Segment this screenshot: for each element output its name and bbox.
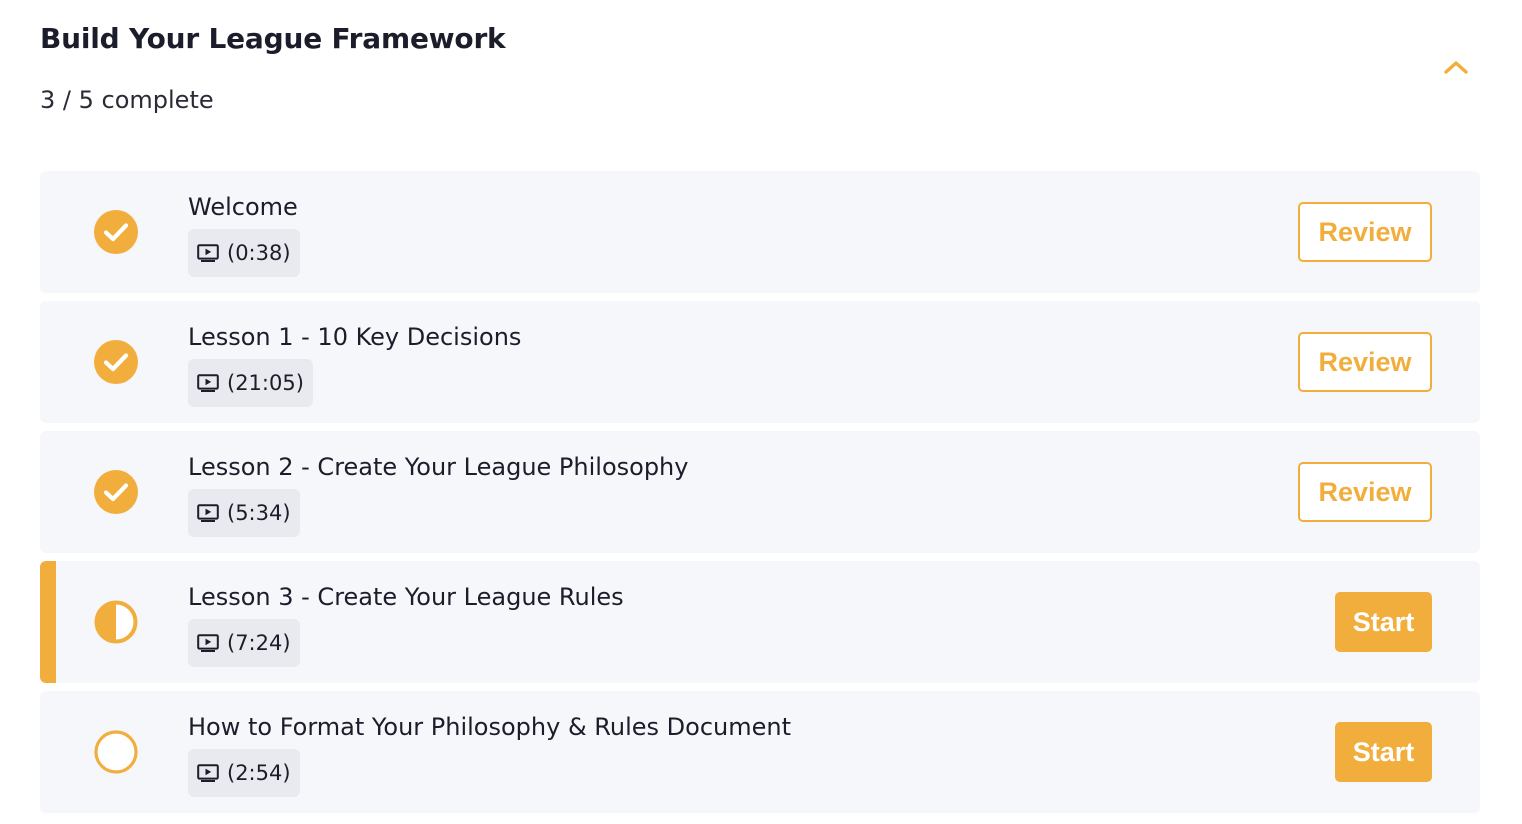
lesson-title: How to Format Your Philosophy & Rules Do… — [188, 713, 791, 741]
video-icon — [197, 504, 219, 522]
duration-text: (7:24) — [227, 631, 291, 655]
start-button[interactable]: Start — [1335, 722, 1432, 782]
chevron-up-icon — [1444, 61, 1468, 74]
review-button[interactable]: Review — [1298, 332, 1432, 392]
lesson-row-current[interactable]: Lesson 3 - Create Your League Rules (7:2… — [40, 561, 1480, 683]
start-button[interactable]: Start — [1335, 592, 1432, 652]
collapse-toggle-button[interactable] — [1438, 52, 1474, 82]
check-circle-icon — [94, 210, 138, 254]
half-circle-icon — [94, 600, 138, 644]
review-button[interactable]: Review — [1298, 202, 1432, 262]
lesson-title: Lesson 3 - Create Your League Rules — [188, 583, 624, 611]
duration-text: (0:38) — [227, 241, 291, 265]
course-section: Build Your League Framework 3 / 5 comple… — [0, 0, 1522, 824]
video-icon — [197, 764, 219, 782]
current-lesson-indicator — [40, 561, 56, 683]
duration-chip: (0:38) — [188, 229, 300, 277]
duration-text: (21:05) — [227, 371, 304, 395]
review-button[interactable]: Review — [1298, 462, 1432, 522]
progress-text: 3 / 5 complete — [40, 86, 214, 114]
video-icon — [197, 244, 219, 262]
check-circle-icon — [94, 470, 138, 514]
duration-chip: (2:54) — [188, 749, 300, 797]
video-icon — [197, 374, 219, 392]
video-icon — [197, 634, 219, 652]
duration-chip: (7:24) — [188, 619, 300, 667]
duration-text: (2:54) — [227, 761, 291, 785]
duration-chip: (5:34) — [188, 489, 300, 537]
duration-chip: (21:05) — [188, 359, 313, 407]
check-circle-icon — [94, 340, 138, 384]
lesson-row[interactable]: Lesson 1 - 10 Key Decisions (21:05) Revi… — [40, 301, 1480, 423]
lesson-row[interactable]: Welcome (0:38) Review — [40, 171, 1480, 293]
empty-circle-icon — [94, 730, 138, 774]
lesson-title: Lesson 2 - Create Your League Philosophy — [188, 453, 689, 481]
duration-text: (5:34) — [227, 501, 291, 525]
lesson-title: Lesson 1 - 10 Key Decisions — [188, 323, 522, 351]
lesson-title: Welcome — [188, 193, 298, 221]
lesson-row[interactable]: Lesson 2 - Create Your League Philosophy… — [40, 431, 1480, 553]
lesson-row[interactable]: How to Format Your Philosophy & Rules Do… — [40, 691, 1480, 813]
section-title: Build Your League Framework — [40, 22, 506, 55]
lesson-list: Welcome (0:38) Review Lesson 1 - 10 Key … — [40, 171, 1480, 821]
